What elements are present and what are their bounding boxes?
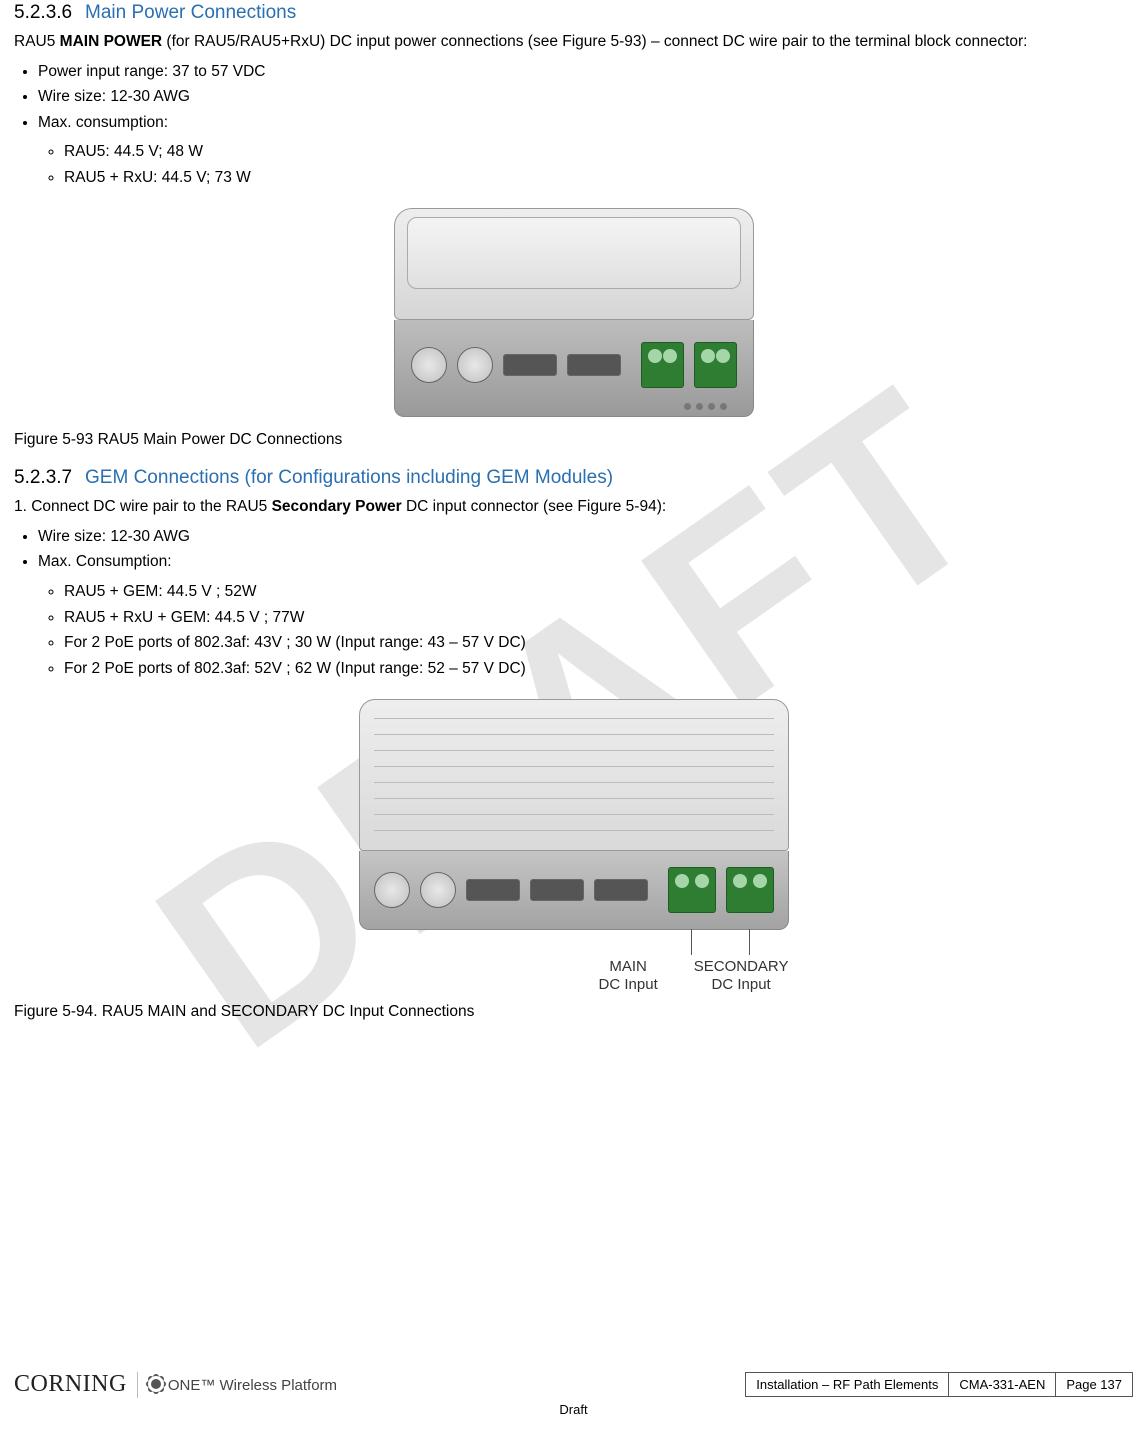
port-icon (567, 354, 621, 376)
port-icon (466, 879, 520, 901)
figure-93 (14, 208, 1133, 422)
footer-cell-docnum: CMA-331-AEN (948, 1373, 1055, 1396)
port-icon (503, 354, 557, 376)
callout-line (749, 929, 750, 955)
list-item: Max. Consumption: RAU5 + GEM: 44.5 V ; 5… (38, 549, 1133, 681)
brand-block: CORNING ONE™ Wireless Platform (14, 1371, 337, 1398)
list-item: Wire size: 12-30 AWG (38, 524, 1133, 550)
list-item-label: Max. Consumption: (38, 553, 172, 570)
port-icon (411, 347, 447, 383)
section-2-number: 5.2.3.7 (14, 467, 72, 488)
port-icon (374, 872, 410, 908)
terminal-block-icon (641, 342, 684, 388)
led-row (684, 403, 727, 410)
section-2-heading: 5.2.3.7 GEM Connections (for Configurati… (14, 465, 1133, 491)
terminal-block-main-icon (668, 867, 716, 913)
section-1-sub-bullets: RAU5: 44.5 V; 48 W RAU5 + RxU: 44.5 V; 7… (38, 139, 1133, 190)
section-1-heading: 5.2.3.6 Main Power Connections (14, 0, 1133, 26)
label-text: DC Input (599, 976, 658, 994)
port-icon (530, 879, 584, 901)
terminal-block-icon (694, 342, 737, 388)
step-post: DC input connector (see Figure 5-94): (402, 498, 666, 515)
section-1-title: Main Power Connections (85, 2, 296, 23)
list-item: Max. consumption: RAU5: 44.5 V; 48 W RAU… (38, 110, 1133, 191)
list-item-label: Max. consumption: (38, 114, 168, 131)
label-text: MAIN (599, 958, 658, 976)
footer-draft-label: Draft (14, 1402, 1133, 1417)
brand-product-text: ONE™ Wireless Platform (168, 1377, 337, 1394)
section-2-step: 1. Connect DC wire pair to the RAU5 Seco… (14, 497, 1133, 518)
list-item: Wire size: 12-30 AWG (38, 84, 1133, 110)
sun-icon (148, 1376, 164, 1392)
brand-name: CORNING (14, 1371, 127, 1398)
brand-product: ONE™ Wireless Platform (148, 1376, 337, 1394)
port-icon (420, 872, 456, 908)
terminal-block-secondary-icon (726, 867, 774, 913)
list-item: RAU5 + RxU: 44.5 V; 73 W (64, 165, 1133, 191)
label-text: SECONDARY (694, 958, 789, 976)
label-secondary-dc-input: SECONDARY DC Input (694, 958, 789, 994)
list-item: For 2 PoE ports of 802.3af: 43V ; 30 W (… (64, 630, 1133, 656)
section-1-number: 5.2.3.6 (14, 2, 72, 23)
port-icon (457, 347, 493, 383)
footer-cell-section: Installation – RF Path Elements (746, 1373, 948, 1396)
label-main-dc-input: MAIN DC Input (599, 958, 658, 994)
figure-94: MAIN DC Input SECONDARY DC Input (14, 699, 1133, 994)
section-2-bullets: Wire size: 12-30 AWG Max. Consumption: R… (14, 524, 1133, 681)
intro-pre: RAU5 (14, 33, 60, 50)
footer-info-boxes: Installation – RF Path Elements CMA-331-… (745, 1372, 1133, 1397)
section-1-intro: RAU5 MAIN POWER (for RAU5/RAU5+RxU) DC i… (14, 32, 1133, 53)
callout-line (691, 929, 692, 955)
page-footer: CORNING ONE™ Wireless Platform Installat… (14, 1371, 1133, 1417)
step-pre: 1. Connect DC wire pair to the RAU5 (14, 498, 272, 515)
figure-94-caption: Figure 5-94. RAU5 MAIN and SECONDARY DC … (14, 1002, 1133, 1023)
section-2-sub-bullets: RAU5 + GEM: 44.5 V ; 52W RAU5 + RxU + GE… (38, 579, 1133, 681)
intro-bold: MAIN POWER (60, 33, 162, 50)
list-item: Power input range: 37 to 57 VDC (38, 59, 1133, 85)
brand-separator (137, 1372, 138, 1398)
device-illustration (394, 208, 754, 417)
step-bold: Secondary Power (272, 498, 402, 515)
list-item: RAU5: 44.5 V; 48 W (64, 139, 1133, 165)
intro-post: (for RAU5/RAU5+RxU) DC input power conne… (162, 33, 1027, 50)
section-2-title: GEM Connections (for Configurations incl… (85, 467, 613, 488)
device-illustration: MAIN DC Input SECONDARY DC Input (359, 699, 789, 994)
list-item: For 2 PoE ports of 802.3af: 52V ; 62 W (… (64, 656, 1133, 682)
port-icon (594, 879, 648, 901)
list-item: RAU5 + RxU + GEM: 44.5 V ; 77W (64, 605, 1133, 631)
list-item: RAU5 + GEM: 44.5 V ; 52W (64, 579, 1133, 605)
footer-cell-page: Page 137 (1055, 1373, 1132, 1396)
label-text: DC Input (694, 976, 789, 994)
section-1-bullets: Power input range: 37 to 57 VDC Wire siz… (14, 59, 1133, 191)
figure-93-caption: Figure 5-93 RAU5 Main Power DC Connectio… (14, 430, 1133, 451)
